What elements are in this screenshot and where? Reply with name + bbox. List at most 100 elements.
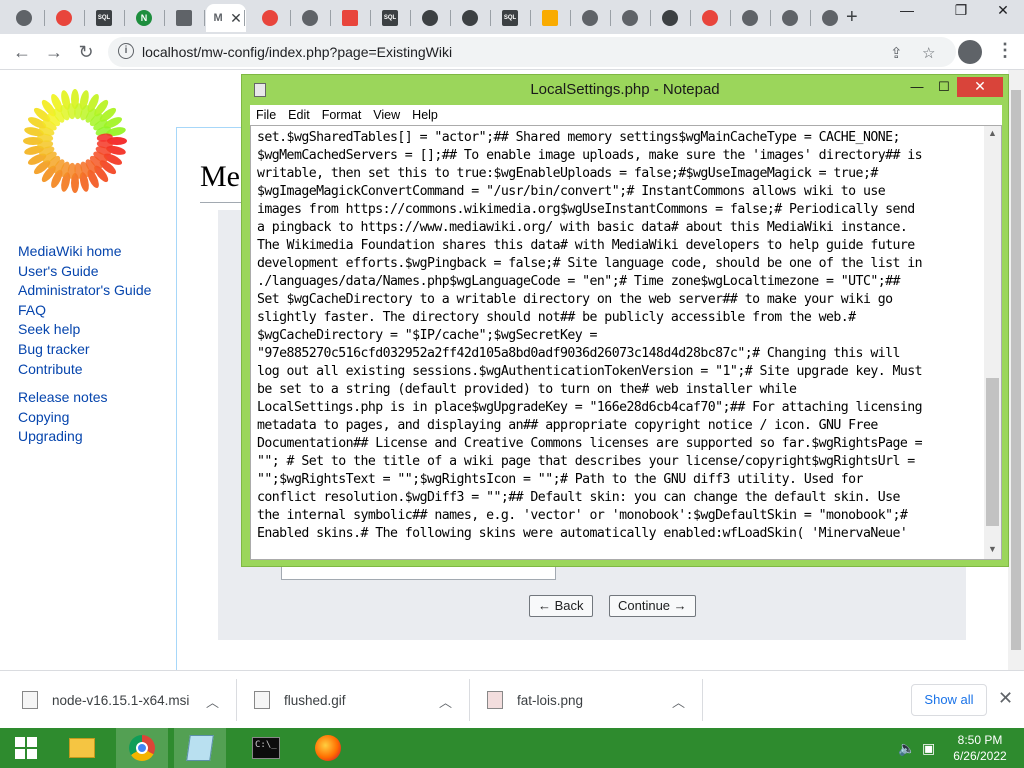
page-title: Me (200, 160, 240, 193)
browser-tab[interactable] (412, 4, 448, 32)
forward-arrow-icon[interactable]: → (42, 40, 66, 64)
page-scrollbar-thumb[interactable] (1011, 90, 1021, 650)
taskbar-chrome[interactable] (116, 728, 168, 768)
bookmark-star-icon[interactable]: ☆ (922, 44, 935, 62)
notepad-line: the internal symbolic## names, e.g. 'vec… (257, 508, 908, 523)
sidebar-link-mediawiki-home[interactable]: MediaWiki home (18, 242, 151, 262)
chevron-up-icon[interactable]: ︿ (439, 692, 452, 711)
browser-tab[interactable] (46, 4, 82, 32)
reload-icon[interactable]: ↻ (74, 40, 98, 64)
close-download-bar-icon[interactable]: ✕ (998, 688, 1013, 709)
minimize-browser-button[interactable]: — (884, 0, 930, 22)
browser-tab[interactable] (166, 4, 202, 32)
notepad-line: The Wikimedia Foundation shares this dat… (257, 238, 915, 253)
tab-separator (84, 10, 85, 26)
browser-tab-active[interactable]: M ✕ (206, 4, 246, 32)
scroll-down-arrow-icon[interactable]: ▼ (984, 544, 1001, 554)
sidebar-link-release-notes[interactable]: Release notes (18, 388, 151, 408)
browser-tab[interactable] (692, 4, 728, 32)
notepad-scrollbar[interactable]: ▲ ▼ (984, 126, 1001, 559)
chevron-up-icon[interactable]: ︿ (206, 692, 219, 711)
page-scrollbar[interactable] (1008, 70, 1024, 670)
tab-separator (450, 10, 451, 26)
notepad-close-button[interactable]: ✕ (957, 77, 1003, 97)
volume-muted-icon[interactable]: 🔈 (898, 740, 915, 757)
profile-avatar-icon[interactable] (958, 40, 982, 64)
browser-tab[interactable] (532, 4, 568, 32)
browser-toolbar: ← → ↻ i localhost/mw-config/index.php?pa… (0, 34, 1024, 70)
circle-gray-icon (16, 10, 32, 26)
download-item-fat-lois[interactable]: fat-lois.png (487, 681, 583, 719)
browser-tab[interactable]: SQL (86, 4, 122, 32)
windows-taskbar: C:\_ 🔈 ▣ 8:50 PM 6/26/2022 (0, 728, 1024, 768)
windows-logo-icon (15, 737, 37, 759)
browser-tab[interactable] (292, 4, 328, 32)
notepad-titlebar[interactable]: LocalSettings.php - Notepad — ☐ ✕ (242, 75, 1008, 105)
notepad-text-content[interactable]: set.$wgSharedTables[] = "actor";## Share… (257, 129, 979, 543)
sidebar-link-seek-help[interactable]: Seek help (18, 320, 151, 340)
sidebar-link-faq[interactable]: FAQ (18, 301, 151, 321)
url-text[interactable]: localhost/mw-config/index.php?page=Exist… (142, 44, 452, 60)
menu-help[interactable]: Help (406, 105, 444, 125)
download-filename: flushed.gif (284, 692, 346, 708)
circle-gray-icon (622, 10, 638, 26)
network-icon[interactable]: ▣ (922, 740, 935, 757)
show-all-downloads-button[interactable]: Show all (911, 684, 987, 716)
browser-tab[interactable] (6, 4, 42, 32)
close-browser-button[interactable]: ✕ (980, 0, 1024, 22)
sidebar-link-administrators-guide[interactable]: Administrator's Guide (18, 281, 151, 301)
menu-edit[interactable]: Edit (282, 105, 316, 125)
taskbar-notepad[interactable] (174, 728, 226, 768)
browser-tab[interactable] (572, 4, 608, 32)
browser-tab[interactable] (252, 4, 288, 32)
download-item-node[interactable]: node-v16.15.1-x64.msi (22, 681, 189, 719)
scroll-up-arrow-icon[interactable]: ▲ (984, 128, 1001, 138)
download-item-flushed[interactable]: flushed.gif (254, 681, 346, 719)
circle-gray-icon (782, 10, 798, 26)
browser-tab[interactable]: N (126, 4, 162, 32)
menu-file[interactable]: File (250, 105, 282, 125)
chevron-up-icon[interactable]: ︿ (672, 692, 685, 711)
browser-menu-icon[interactable]: ⋮ (996, 40, 1014, 61)
continue-button[interactable]: Continue → (609, 595, 696, 617)
address-bar[interactable]: i localhost/mw-config/index.php?page=Exi… (108, 37, 956, 67)
sidebar-link-upgrading[interactable]: Upgrading (18, 427, 151, 447)
notepad-line: ./languages/data/Names.php$wgLanguageCod… (257, 274, 900, 289)
notepad-line: images from https://commons.wikimedia.or… (257, 202, 915, 217)
notepad-text-area[interactable]: set.$wgSharedTables[] = "actor";## Share… (250, 125, 1002, 560)
tab-separator (410, 10, 411, 26)
browser-tab[interactable] (612, 4, 648, 32)
notepad-line: Documentation## License and Creative Com… (257, 436, 923, 451)
sidebar-link-users-guide[interactable]: User's Guide (18, 262, 151, 282)
menu-format[interactable]: Format (316, 105, 368, 125)
share-icon[interactable]: ⇪ (890, 44, 903, 62)
browser-tab[interactable]: SQL (372, 4, 408, 32)
sidebar-link-copying[interactable]: Copying (18, 408, 151, 428)
close-tab-icon[interactable]: ✕ (230, 10, 242, 27)
browser-tab[interactable] (332, 4, 368, 32)
tab-separator (124, 10, 125, 26)
taskbar-file-explorer[interactable] (56, 728, 108, 768)
sidebar-link-bug-tracker[interactable]: Bug tracker (18, 340, 151, 360)
notepad-line: conflict resolution.$wgDiff3 = "";## Def… (257, 490, 900, 505)
back-arrow-icon[interactable]: ← (10, 40, 34, 64)
back-button[interactable]: ← Back (529, 595, 593, 617)
taskbar-firefox[interactable] (302, 728, 354, 768)
gear-icon (822, 10, 838, 26)
browser-tab[interactable] (772, 4, 808, 32)
tab-separator (490, 10, 491, 26)
browser-tab[interactable] (652, 4, 688, 32)
notepad-scrollbar-thumb[interactable] (986, 378, 999, 526)
system-clock[interactable]: 8:50 PM 6/26/2022 (944, 732, 1016, 764)
browser-tab[interactable]: SQL (492, 4, 528, 32)
taskbar-command-prompt[interactable]: C:\_ (240, 728, 292, 768)
site-info-icon[interactable]: i (118, 43, 134, 59)
browser-tab[interactable] (452, 4, 488, 32)
browser-tab[interactable] (732, 4, 768, 32)
start-button[interactable] (0, 728, 52, 768)
browser-tab[interactable] (812, 4, 848, 32)
menu-view[interactable]: View (367, 105, 406, 125)
sidebar-link-contribute[interactable]: Contribute (18, 360, 151, 380)
tab-separator (770, 10, 771, 26)
restore-browser-button[interactable]: ❐ (938, 0, 984, 22)
